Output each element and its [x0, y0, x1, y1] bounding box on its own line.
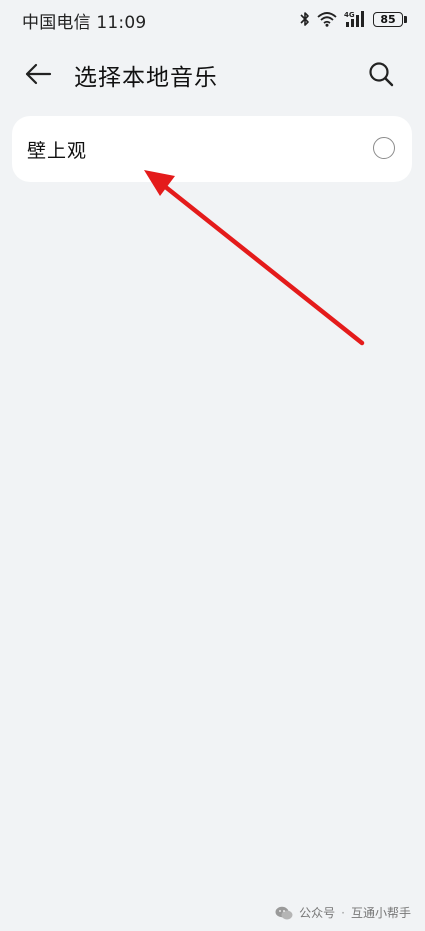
- wechat-icon: [275, 906, 293, 919]
- network-type-label: 4G: [344, 11, 355, 19]
- watermark-separator: ·: [341, 905, 345, 920]
- watermark-prefix: 公众号: [299, 906, 336, 920]
- back-button[interactable]: [22, 59, 54, 89]
- app-header: 选择本地音乐: [0, 48, 425, 100]
- status-bar: 中国电信 11:09 4G 85: [0, 0, 425, 38]
- search-icon: [369, 62, 394, 87]
- back-arrow-icon: [25, 63, 52, 85]
- watermark: 公众号 · 互通小帮手: [275, 904, 411, 921]
- page-title: 选择本地音乐: [74, 65, 218, 91]
- cellular-signal-icon: 4G: [344, 10, 366, 28]
- search-button[interactable]: [365, 58, 397, 90]
- battery-icon: 85: [373, 11, 407, 27]
- watermark-name: 互通小帮手: [350, 906, 411, 920]
- music-item-label: 壁上观: [27, 140, 88, 162]
- bluetooth-icon: [300, 11, 310, 27]
- list-item[interactable]: 壁上观: [12, 116, 412, 182]
- wifi-icon: [317, 11, 337, 27]
- select-radio-button[interactable]: [373, 137, 395, 159]
- status-carrier-time: 中国电信 11:09: [22, 13, 147, 33]
- status-icons: 4G 85: [300, 8, 407, 30]
- music-list: 壁上观: [12, 116, 412, 182]
- battery-level: 85: [380, 12, 396, 26]
